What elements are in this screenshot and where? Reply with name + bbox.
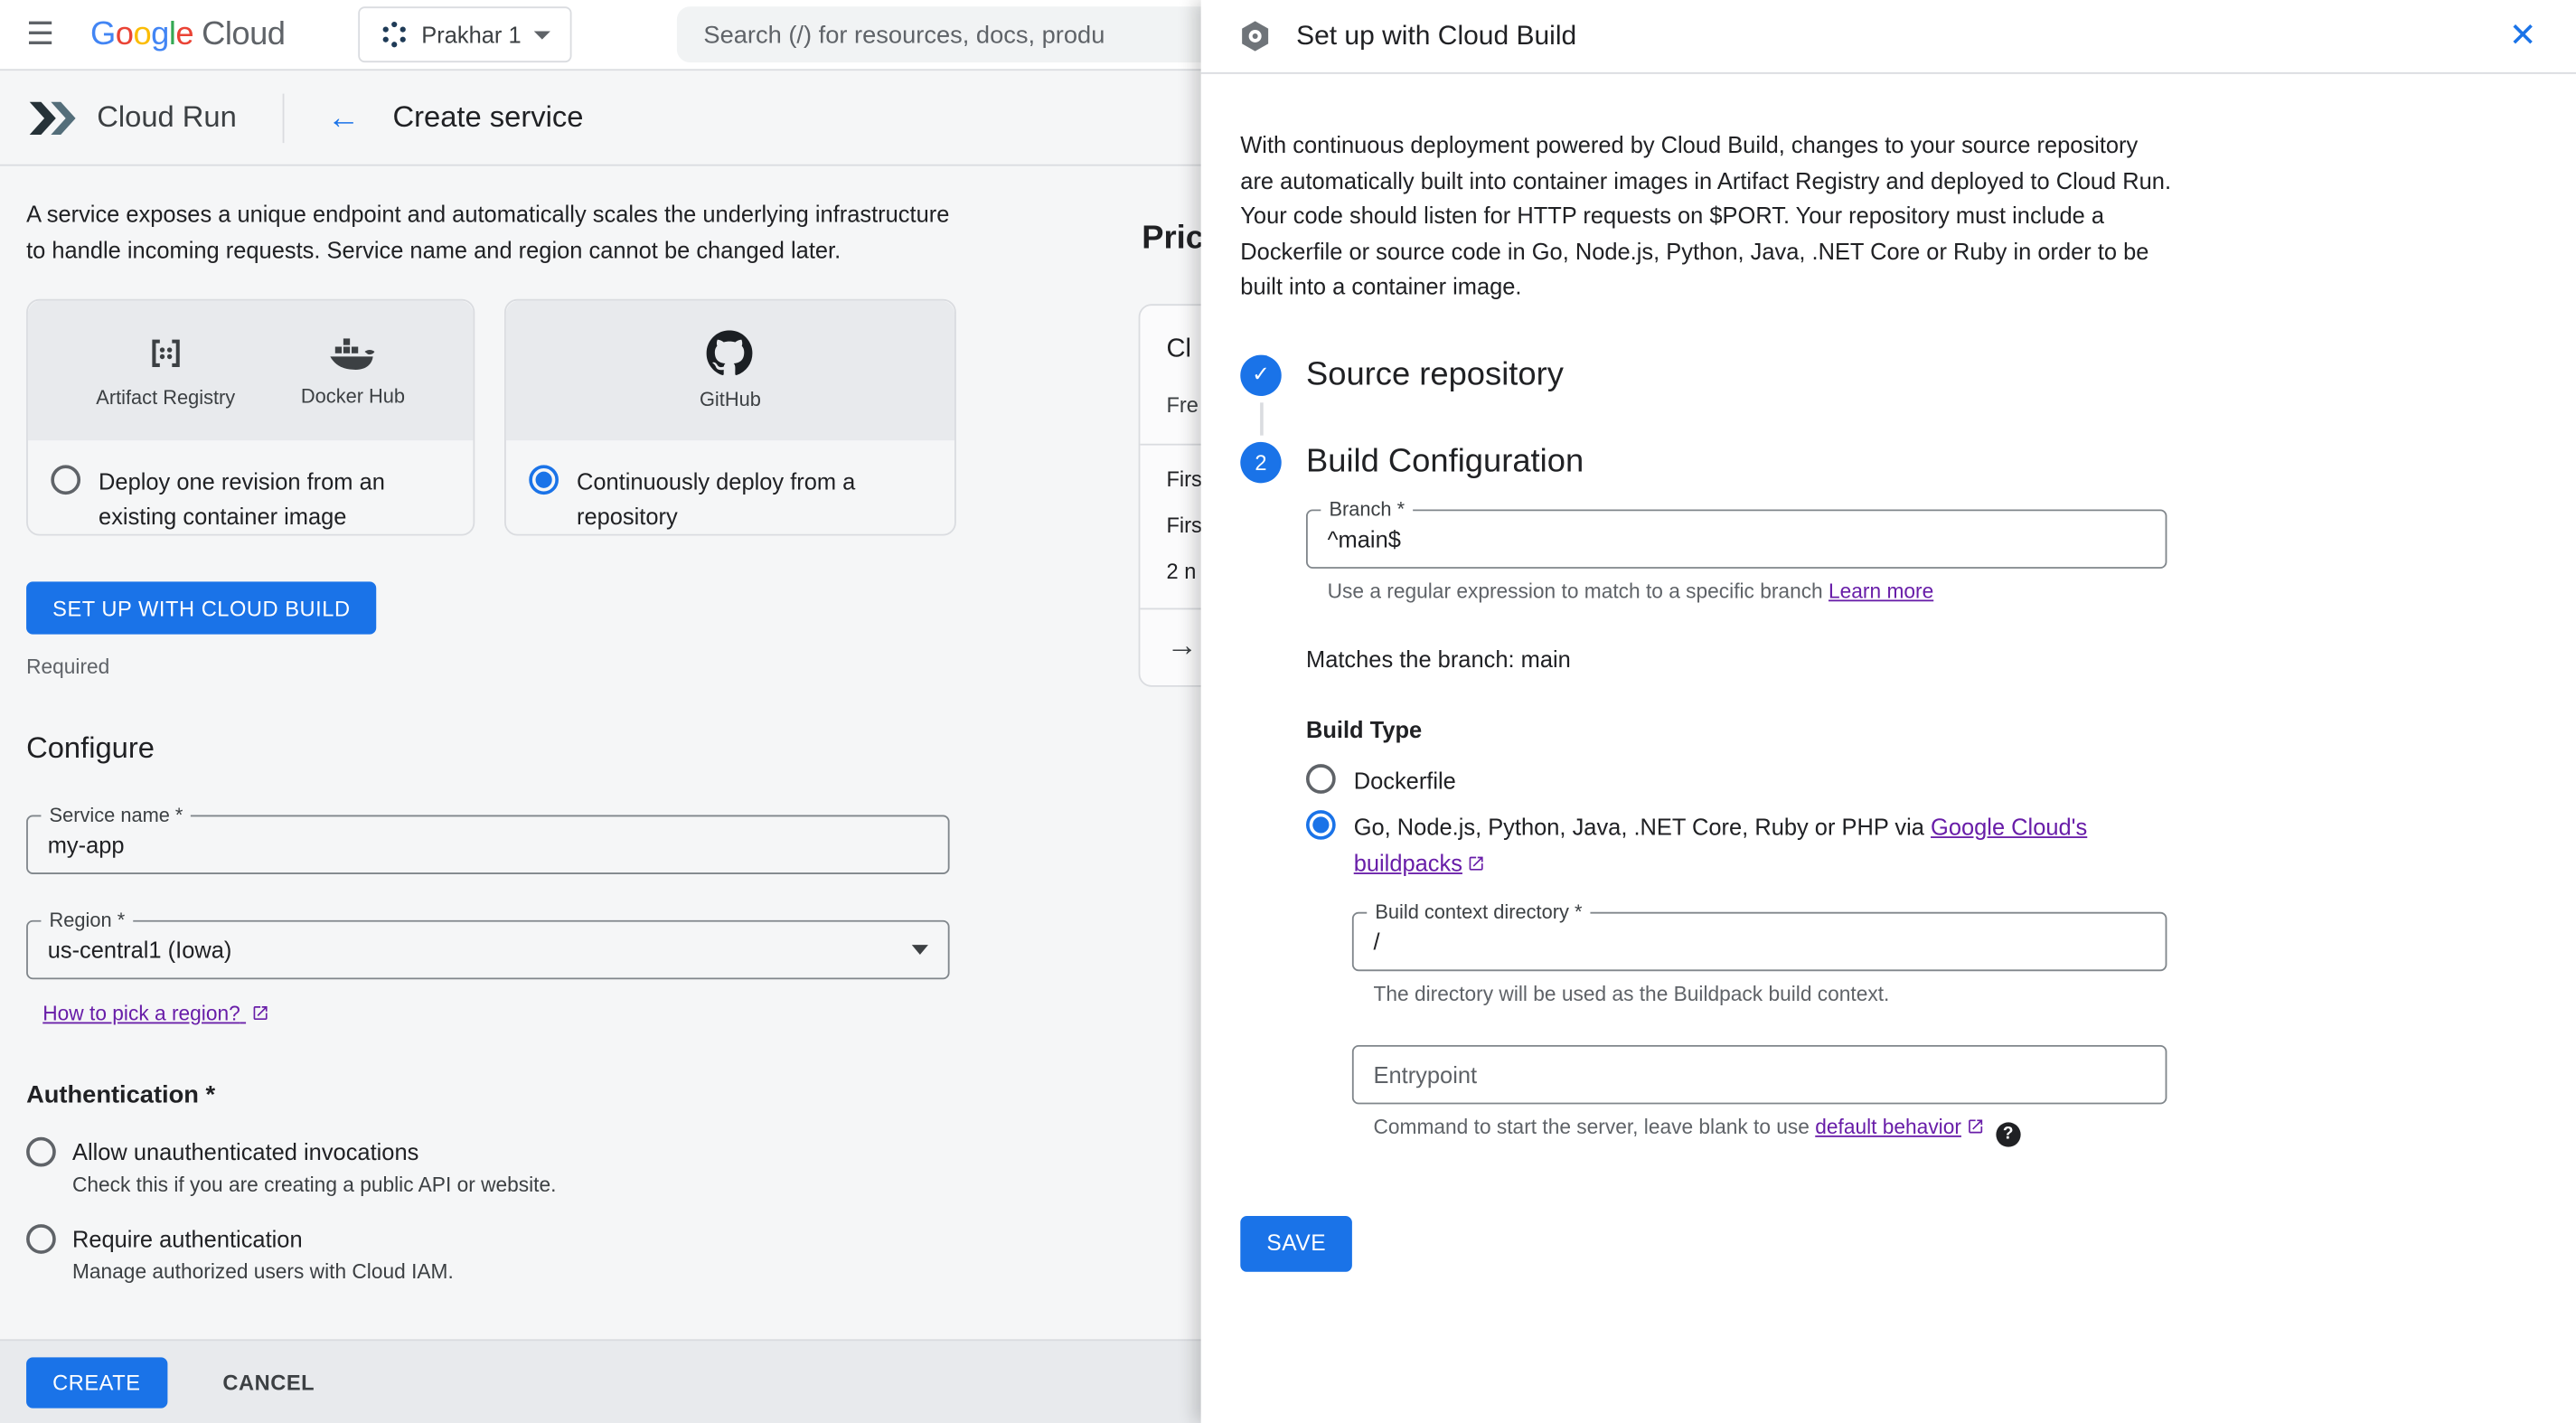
card-existing-image[interactable]: Artifact Registry Docker Hub Deploy one … [26, 298, 475, 536]
back-button[interactable]: ← [327, 101, 360, 134]
build-context-field[interactable]: Build context directory * [1351, 900, 2167, 972]
service-name-input[interactable] [47, 831, 928, 858]
cancel-button[interactable]: CANCEL [213, 1368, 325, 1396]
google-wordmark: Google [90, 15, 194, 52]
region-value: us-central1 (Iowa) [47, 937, 232, 964]
external-link-icon [1469, 855, 1483, 870]
panel-title: Set up with Cloud Build [1296, 20, 1577, 51]
create-button[interactable]: CREATE [26, 1356, 167, 1408]
project-icon [381, 21, 405, 48]
external-link-icon [253, 1006, 268, 1021]
step-connector [1260, 401, 1264, 435]
auth-option-require-auth[interactable]: Require authentication Manage authorized… [26, 1224, 1111, 1284]
screen: ☰ Google Cloud Prakhar 1 Cloud [0, 0, 2576, 1423]
arrow-forward-icon[interactable]: → [1166, 629, 1198, 664]
buildtype-buildpacks-label: Go, Node.js, Python, Java, .NET Core, Ru… [1353, 813, 2088, 875]
region-help-link[interactable]: How to pick a region? [42, 1003, 268, 1025]
step-done-icon: ✓ [1240, 353, 1282, 396]
radio-deploy-existing-image[interactable] [51, 465, 81, 495]
service-name-field[interactable]: Service name * [26, 803, 950, 874]
step-source-repository[interactable]: ✓ Source repository [1240, 353, 2536, 396]
cloud-run-icon [26, 98, 76, 137]
docker-icon [330, 338, 375, 370]
divider [282, 92, 285, 143]
entrypoint-field[interactable] [1351, 1044, 2167, 1105]
step-build-configuration: 2 Build Configuration [1240, 441, 2536, 483]
github-label: GitHub [699, 387, 761, 411]
github-icon [707, 330, 754, 375]
branch-match-text: Matches the branch: main [1305, 645, 1571, 672]
panel-intro-1: With continuous deployment powered by Cl… [1240, 131, 2172, 193]
radio-dockerfile[interactable] [1305, 763, 1336, 793]
authentication-heading: Authentication * [26, 1080, 216, 1109]
auth-option-require-auth-desc: Manage authorized users with Cloud IAM. [71, 1260, 454, 1284]
repo-icons: GitHub [505, 300, 955, 441]
build-context-label: Build context directory * [1367, 900, 1591, 924]
setup-cloud-build-button[interactable]: SET UP WITH CLOUD BUILD [26, 581, 377, 635]
panel-intro-2: Your code should listen for HTTP request… [1240, 202, 2149, 299]
save-button[interactable]: SAVE [1240, 1215, 1353, 1271]
product-name: Cloud Run [97, 99, 237, 134]
default-behavior-link[interactable]: default behavior [1815, 1116, 1984, 1139]
close-icon[interactable]: ✕ [2505, 20, 2540, 52]
docker-hub-label: Docker Hub [300, 384, 406, 408]
build-type-heading: Build Type [1305, 715, 1423, 742]
project-selector[interactable]: Prakhar 1 [357, 6, 572, 63]
radio-continuous-deploy-label: Continuously deploy from a repository [576, 468, 856, 530]
dropdown-caret-icon [911, 945, 928, 956]
buildtype-dockerfile-label: Dockerfile [1353, 766, 1456, 793]
project-name: Prakhar 1 [421, 21, 522, 48]
cloud-build-panel: Set up with Cloud Build ✕ With continuou… [1200, 0, 2576, 1423]
cloud-wordmark: Cloud [202, 15, 286, 52]
page-title: Create service [392, 99, 584, 134]
auth-option-unauthenticated-desc: Check this if you are creating a public … [71, 1173, 557, 1197]
step-source-repository-title: Source repository [1305, 355, 1564, 392]
build-context-helper: The directory will be used as the Buildp… [1373, 982, 1890, 1006]
help-icon[interactable]: ? [1996, 1121, 2021, 1146]
service-intro-text: A service exposes a unique endpoint and … [26, 200, 950, 262]
panel-body: With continuous deployment powered by Cl… [1201, 74, 2576, 1271]
branch-field[interactable]: Branch * [1305, 496, 2167, 568]
create-service-form: A service exposes a unique endpoint and … [0, 165, 1137, 1340]
entrypoint-input[interactable] [1373, 1061, 2146, 1088]
panel-header: Set up with Cloud Build ✕ [1200, 0, 2576, 74]
required-note: Required [26, 655, 110, 679]
step-number-badge: 2 [1240, 441, 1282, 483]
radio-require-authentication[interactable] [26, 1224, 56, 1254]
entrypoint-helper: Command to start the server, leave blank… [1374, 1116, 2537, 1146]
artifact-registry-label: Artifact Registry [96, 386, 236, 410]
chevron-down-icon [534, 30, 551, 39]
auth-option-require-auth-label: Require authentication [71, 1225, 303, 1253]
build-context-input[interactable] [1373, 928, 2146, 956]
hamburger-menu-icon[interactable]: ☰ [26, 19, 54, 51]
registry-icons: Artifact Registry Docker Hub [27, 300, 474, 441]
step-build-configuration-title: Build Configuration [1305, 442, 1584, 479]
radio-allow-unauthenticated[interactable] [26, 1136, 56, 1167]
google-cloud-logo[interactable]: Google Cloud [90, 15, 286, 53]
external-link-icon [1968, 1119, 1982, 1134]
auth-option-unauthenticated[interactable]: Allow unauthenticated invocations Check … [26, 1136, 1111, 1197]
build-configuration-form: Branch * Use a regular expression to mat… [1305, 496, 2537, 1146]
learn-more-link[interactable]: Learn more [1829, 580, 1933, 602]
auth-option-unauthenticated-label: Allow unauthenticated invocations [71, 1138, 419, 1165]
service-name-label: Service name * [41, 803, 192, 827]
buildtype-buildpacks[interactable]: Go, Node.js, Python, Java, .NET Core, Ru… [1305, 810, 2536, 881]
cloud-build-icon [1237, 18, 1274, 54]
region-select[interactable]: Region * us-central1 (Iowa) [26, 909, 950, 980]
radio-buildpacks[interactable] [1305, 810, 1336, 840]
region-help-link-text: How to pick a region? [42, 1002, 240, 1026]
configure-heading: Configure [26, 730, 155, 765]
artifact-registry-icon [152, 339, 180, 367]
branch-helper: Use a regular expression to match to a s… [1327, 579, 1934, 603]
branch-label: Branch * [1321, 496, 1414, 521]
radio-continuous-deploy[interactable] [529, 465, 559, 495]
branch-input[interactable] [1327, 524, 2146, 551]
region-label: Region * [41, 909, 134, 932]
card-continuous-deploy[interactable]: GitHub Continuously deploy from a reposi… [504, 298, 956, 536]
deployment-option-cards: Artifact Registry Docker Hub Deploy one … [26, 298, 1111, 536]
radio-deploy-existing-image-label: Deploy one revision from an existing con… [99, 468, 385, 530]
buildtype-dockerfile[interactable]: Dockerfile [1305, 763, 2536, 798]
